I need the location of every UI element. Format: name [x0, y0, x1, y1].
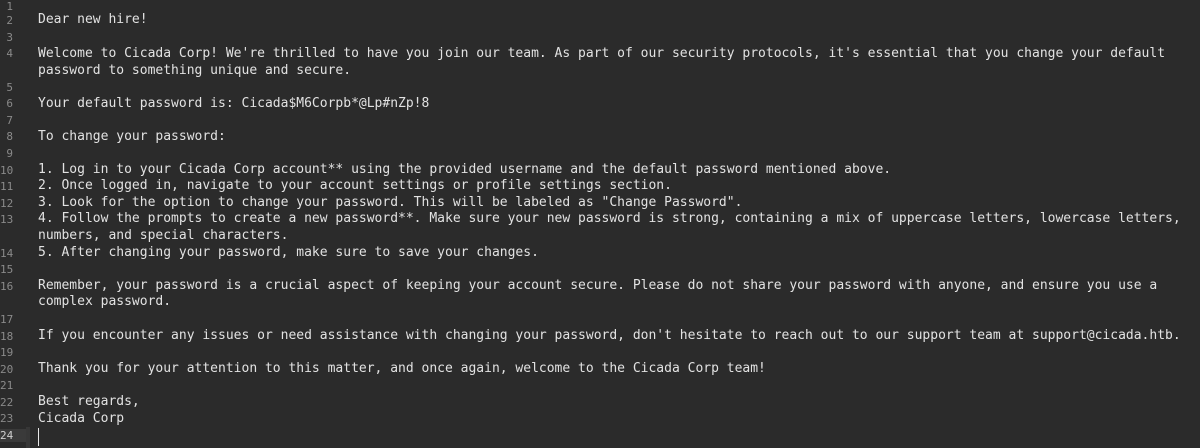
line-number: 9 [6, 147, 13, 160]
line-number: 7 [6, 114, 13, 127]
code-line: Remember, your password is a crucial asp… [38, 278, 1158, 293]
line-number: 12 [0, 197, 14, 210]
code-line: Best regards, [38, 394, 140, 409]
code-line: 4. Follow the prompts to create a new pa… [38, 211, 1181, 226]
line-number-gutter: 1 2 3 4 5 6 7 8 9 10 11 12 13 14 15 16 1… [0, 0, 26, 448]
line-number: 22 [0, 396, 14, 409]
line-number: 11 [0, 180, 14, 193]
text-editor[interactable]: 1 2 3 4 5 6 7 8 9 10 11 12 13 14 15 16 1… [0, 0, 1200, 448]
code-line: 3. Look for the option to change your pa… [38, 195, 743, 210]
line-number: 10 [0, 164, 14, 177]
line-number: 14 [0, 247, 14, 260]
code-line: Thank you for your attention to this mat… [38, 361, 766, 376]
line-number: 5 [6, 81, 13, 94]
line-number: 21 [0, 379, 14, 392]
line-number: 13 [0, 213, 14, 226]
line-number: 18 [0, 330, 14, 343]
code-line: Dear new hire! [38, 12, 148, 27]
line-number: 20 [0, 363, 14, 376]
code-line: To change your password: [38, 129, 226, 144]
code-line: Welcome to Cicada Corp! We're thrilled t… [38, 46, 1166, 61]
code-line: 1. Log in to your Cicada Corp account** … [38, 162, 892, 177]
line-number: 19 [0, 346, 14, 359]
line-number-current: 24 [0, 429, 26, 442]
line-number: 16 [0, 280, 14, 293]
code-line: 2. Once logged in, navigate to your acco… [38, 178, 672, 193]
code-line: complex password. [38, 294, 172, 309]
code-line: password to something unique and secure. [38, 63, 352, 78]
code-line: Your default password is: Cicada$M6Corpb… [38, 96, 430, 111]
line-number: 3 [6, 31, 13, 44]
line-number: 15 [0, 263, 14, 276]
code-line: If you encounter any issues or need assi… [38, 328, 1181, 343]
text-cursor [38, 428, 39, 446]
code-line: 5. After changing your password, make su… [38, 245, 539, 260]
line-number: 8 [6, 130, 13, 143]
code-line: numbers, and special characters. [38, 228, 289, 243]
line-number: 1 [6, 0, 13, 13]
line-number: 4 [6, 47, 13, 60]
line-number: 23 [0, 412, 14, 425]
line-number: 17 [0, 313, 14, 326]
line-number: 2 [6, 14, 13, 27]
line-number: 6 [6, 97, 13, 110]
code-line: Cicada Corp [38, 411, 125, 426]
